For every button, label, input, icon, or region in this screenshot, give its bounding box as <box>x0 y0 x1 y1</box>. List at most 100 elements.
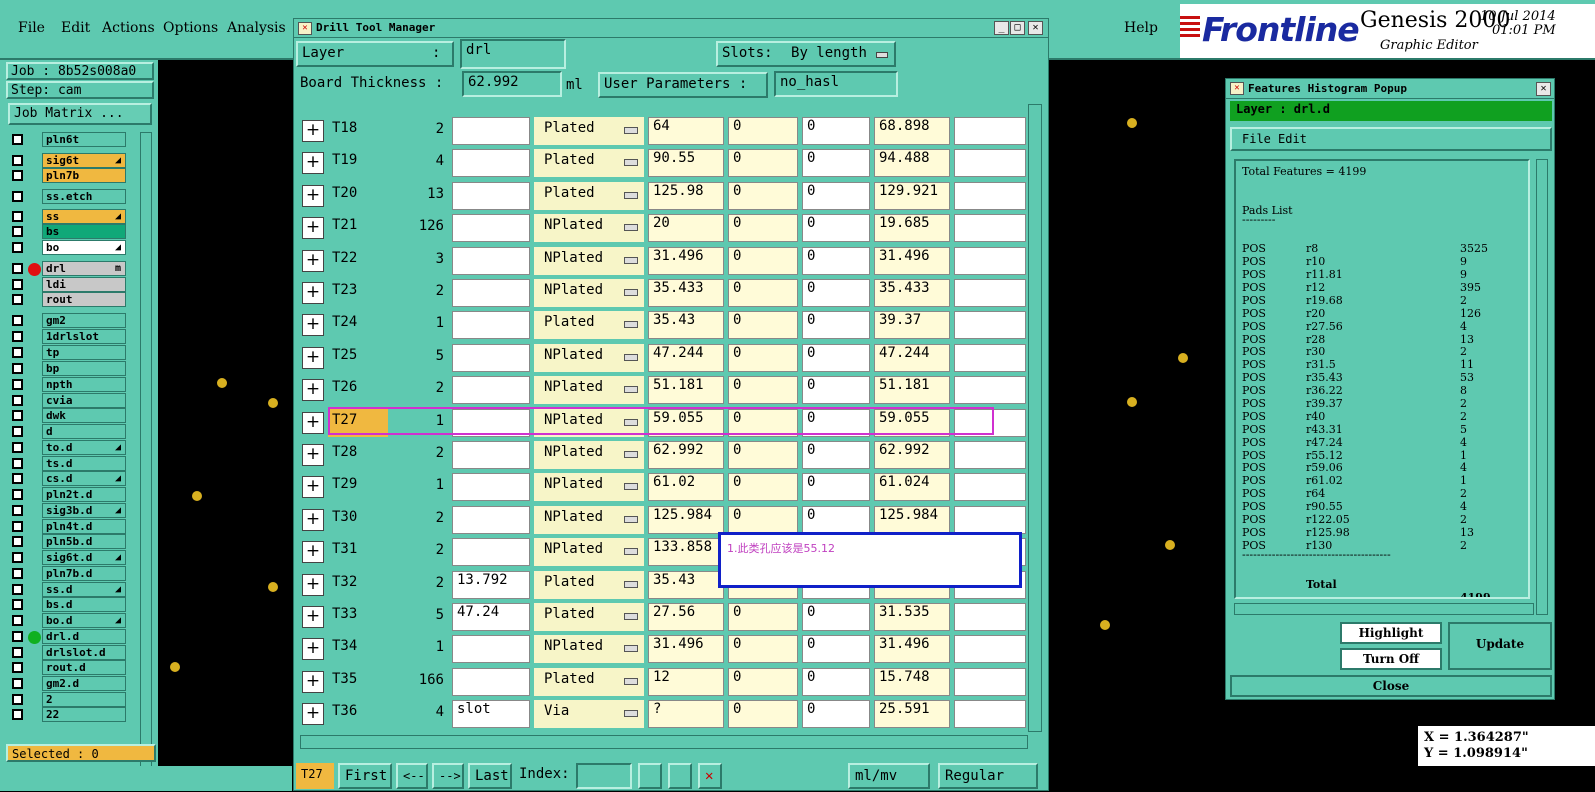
layer-checkbox[interactable] <box>12 584 23 595</box>
tool-type-dropdown[interactable]: NPlated <box>534 343 644 372</box>
tool-slot-field[interactable] <box>452 635 530 664</box>
tool-extra-field[interactable] <box>954 343 1026 372</box>
tool-type-dropdown[interactable]: Plated <box>534 570 644 599</box>
prev-button[interactable]: <-- <box>396 763 428 789</box>
tool-size[interactable]: 35.43 <box>648 311 724 340</box>
tool-slot-field[interactable] <box>452 117 530 145</box>
layer-checkbox[interactable] <box>12 379 23 390</box>
layer-checkbox[interactable] <box>12 678 23 689</box>
tool-finish-size[interactable]: 68.898 <box>874 117 950 145</box>
tool-type-dropdown[interactable]: NPlated <box>534 635 644 664</box>
tool-extra-field[interactable] <box>954 181 1026 210</box>
last-button[interactable]: Last <box>468 763 512 789</box>
tool-slot-field[interactable] <box>452 181 530 210</box>
tool-slot-field[interactable] <box>452 538 530 567</box>
tool-size[interactable]: ? <box>648 700 724 729</box>
tool-min-tol[interactable]: 0 <box>728 505 798 534</box>
tool-type-dropdown[interactable]: NPlated <box>534 376 644 405</box>
tool-extra-field[interactable] <box>954 441 1026 469</box>
tool-finish-size[interactable]: 94.488 <box>874 149 950 178</box>
tool-max-tol[interactable]: 0 <box>802 635 870 664</box>
layer-item[interactable]: pln6t <box>10 132 128 147</box>
maximize-icon[interactable]: □ <box>1010 21 1025 35</box>
tool-type-dropdown[interactable]: NPlated <box>534 214 644 243</box>
close-button[interactable]: Close <box>1230 675 1552 697</box>
layer-item[interactable]: sig3b.d ◢ <box>10 503 128 518</box>
tool-extra-field[interactable] <box>954 505 1026 534</box>
table-row[interactable]: + T20 13 Plated 125.98 0 0 129.921 <box>300 180 1026 212</box>
layer-checkbox[interactable] <box>12 226 23 237</box>
layer-item[interactable]: pln7b <box>10 168 128 183</box>
tool-extra-field[interactable] <box>954 700 1026 729</box>
layer-checkbox[interactable] <box>12 615 23 626</box>
slots-dropdown[interactable]: Slots: By length <box>716 41 896 67</box>
tool-max-tol[interactable]: 0 <box>802 603 870 631</box>
layer-checkbox[interactable] <box>12 631 23 642</box>
hist-vscroll[interactable] <box>1536 159 1548 615</box>
layer-checkbox[interactable] <box>12 694 23 705</box>
layer-value[interactable]: drl <box>460 39 566 69</box>
tool-size[interactable]: 47.244 <box>648 343 724 372</box>
layer-item[interactable]: gm2 <box>10 313 128 328</box>
tool-finish-size[interactable]: 61.024 <box>874 473 950 502</box>
tool-type-dropdown[interactable]: Plated <box>534 311 644 340</box>
layer-checkbox[interactable] <box>12 442 23 453</box>
tool-min-tol[interactable]: 0 <box>728 149 798 178</box>
tool-table-vscroll[interactable] <box>1028 104 1042 732</box>
tool-type-dropdown[interactable]: Plated <box>534 603 644 631</box>
tool-table-hscroll[interactable] <box>300 735 1028 749</box>
layer-checkbox[interactable] <box>12 315 23 326</box>
tool-finish-size[interactable]: 39.37 <box>874 311 950 340</box>
tool-finish-size[interactable]: 15.748 <box>874 667 950 696</box>
layer-checkbox[interactable] <box>12 458 23 469</box>
tool-min-tol[interactable]: 0 <box>728 279 798 307</box>
tool-slot-field[interactable]: 47.24 <box>452 603 530 631</box>
tool-type-dropdown[interactable]: NPlated <box>534 473 644 502</box>
tool-finish-size[interactable]: 25.591 <box>874 700 950 729</box>
layer-item[interactable]: ss.etch <box>10 189 128 204</box>
layer-checkbox[interactable] <box>12 347 23 358</box>
tool-type-dropdown[interactable]: NPlated <box>534 246 644 275</box>
delete-icon[interactable]: ✕ <box>698 763 722 789</box>
tool-min-tol[interactable]: 0 <box>728 117 798 145</box>
tool-max-tol[interactable]: 0 <box>802 473 870 502</box>
tool-extra-field[interactable] <box>954 117 1026 145</box>
layer-item[interactable]: drlslot.d <box>10 645 128 660</box>
tool-max-tol[interactable]: 0 <box>802 343 870 372</box>
pin-icon[interactable] <box>638 763 662 789</box>
menu-options[interactable]: Options <box>163 20 218 36</box>
menu-edit[interactable]: Edit <box>61 20 90 36</box>
layer-item[interactable]: pln5b.d <box>10 534 128 549</box>
job-matrix-button[interactable]: Job Matrix ... <box>8 103 152 125</box>
layer-checkbox[interactable] <box>12 279 23 290</box>
expand-icon[interactable]: + <box>302 120 324 142</box>
hist-menu-edit[interactable]: Edit <box>1278 129 1307 149</box>
window-menu-icon[interactable]: ✕ <box>1230 82 1244 95</box>
tool-type-dropdown[interactable]: Plated <box>534 181 644 210</box>
tool-slot-field[interactable]: slot <box>452 700 530 729</box>
layer-item[interactable]: bo.d ◢ <box>10 613 128 628</box>
tool-type-dropdown[interactable]: Plated <box>534 667 644 696</box>
expand-icon[interactable]: + <box>302 444 324 466</box>
layer-checkbox[interactable] <box>12 568 23 579</box>
layer-checkbox[interactable] <box>12 489 23 500</box>
tool-slot-field[interactable] <box>452 246 530 275</box>
layer-item[interactable]: 22 <box>10 707 128 722</box>
expand-icon[interactable]: + <box>302 314 324 337</box>
expand-icon[interactable]: + <box>302 217 324 240</box>
layer-item[interactable]: bo ◢ <box>10 240 128 255</box>
tool-size[interactable]: 35.433 <box>648 279 724 307</box>
tool-min-tol[interactable]: 0 <box>728 603 798 631</box>
tool-size[interactable]: 35.43 <box>648 570 724 599</box>
tool-max-tol[interactable]: 0 <box>802 279 870 307</box>
expand-icon[interactable]: + <box>302 606 324 628</box>
expand-icon[interactable]: + <box>302 152 324 175</box>
tool-slot-field[interactable] <box>452 376 530 405</box>
tool-type-dropdown[interactable]: Plated <box>534 117 644 145</box>
tool-extra-field[interactable] <box>954 246 1026 275</box>
layer-checkbox[interactable] <box>12 709 23 720</box>
board-thickness-input[interactable]: 62.992 <box>462 71 562 97</box>
table-row[interactable]: + T33 5 47.24 Plated 27.56 0 0 31.535 <box>300 601 1026 633</box>
tool-finish-size[interactable]: 47.244 <box>874 343 950 372</box>
user-parameters-value[interactable]: no_hasl <box>774 71 898 97</box>
